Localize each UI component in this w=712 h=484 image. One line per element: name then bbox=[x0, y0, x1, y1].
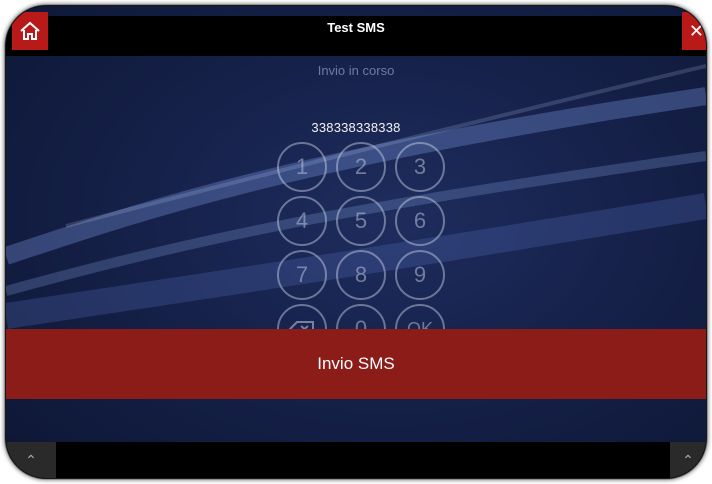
send-sms-button[interactable]: Invio SMS bbox=[6, 329, 706, 399]
key-7[interactable]: 7 bbox=[277, 250, 327, 300]
key-3[interactable]: 3 bbox=[395, 142, 445, 192]
chevron-up-icon: ⌃ bbox=[682, 451, 694, 468]
key-2[interactable]: 2 bbox=[336, 142, 386, 192]
send-sms-label: Invio SMS bbox=[317, 354, 395, 373]
key-9[interactable]: 9 bbox=[395, 250, 445, 300]
bottom-left-button[interactable]: ⌃ bbox=[6, 442, 56, 478]
dialer-keypad: 1 2 3 4 5 6 7 8 9 0 OK bbox=[6, 6, 706, 478]
bottom-right-button[interactable]: ⌃ bbox=[670, 442, 706, 478]
bottom-bar bbox=[6, 442, 706, 478]
device-frame: Test SMS ✕ Invio in corso 338338338338 1… bbox=[6, 6, 706, 478]
key-4[interactable]: 4 bbox=[277, 196, 327, 246]
key-6[interactable]: 6 bbox=[395, 196, 445, 246]
key-8[interactable]: 8 bbox=[336, 250, 386, 300]
key-1[interactable]: 1 bbox=[277, 142, 327, 192]
key-5[interactable]: 5 bbox=[336, 196, 386, 246]
chevron-up-icon: ⌃ bbox=[25, 451, 37, 468]
